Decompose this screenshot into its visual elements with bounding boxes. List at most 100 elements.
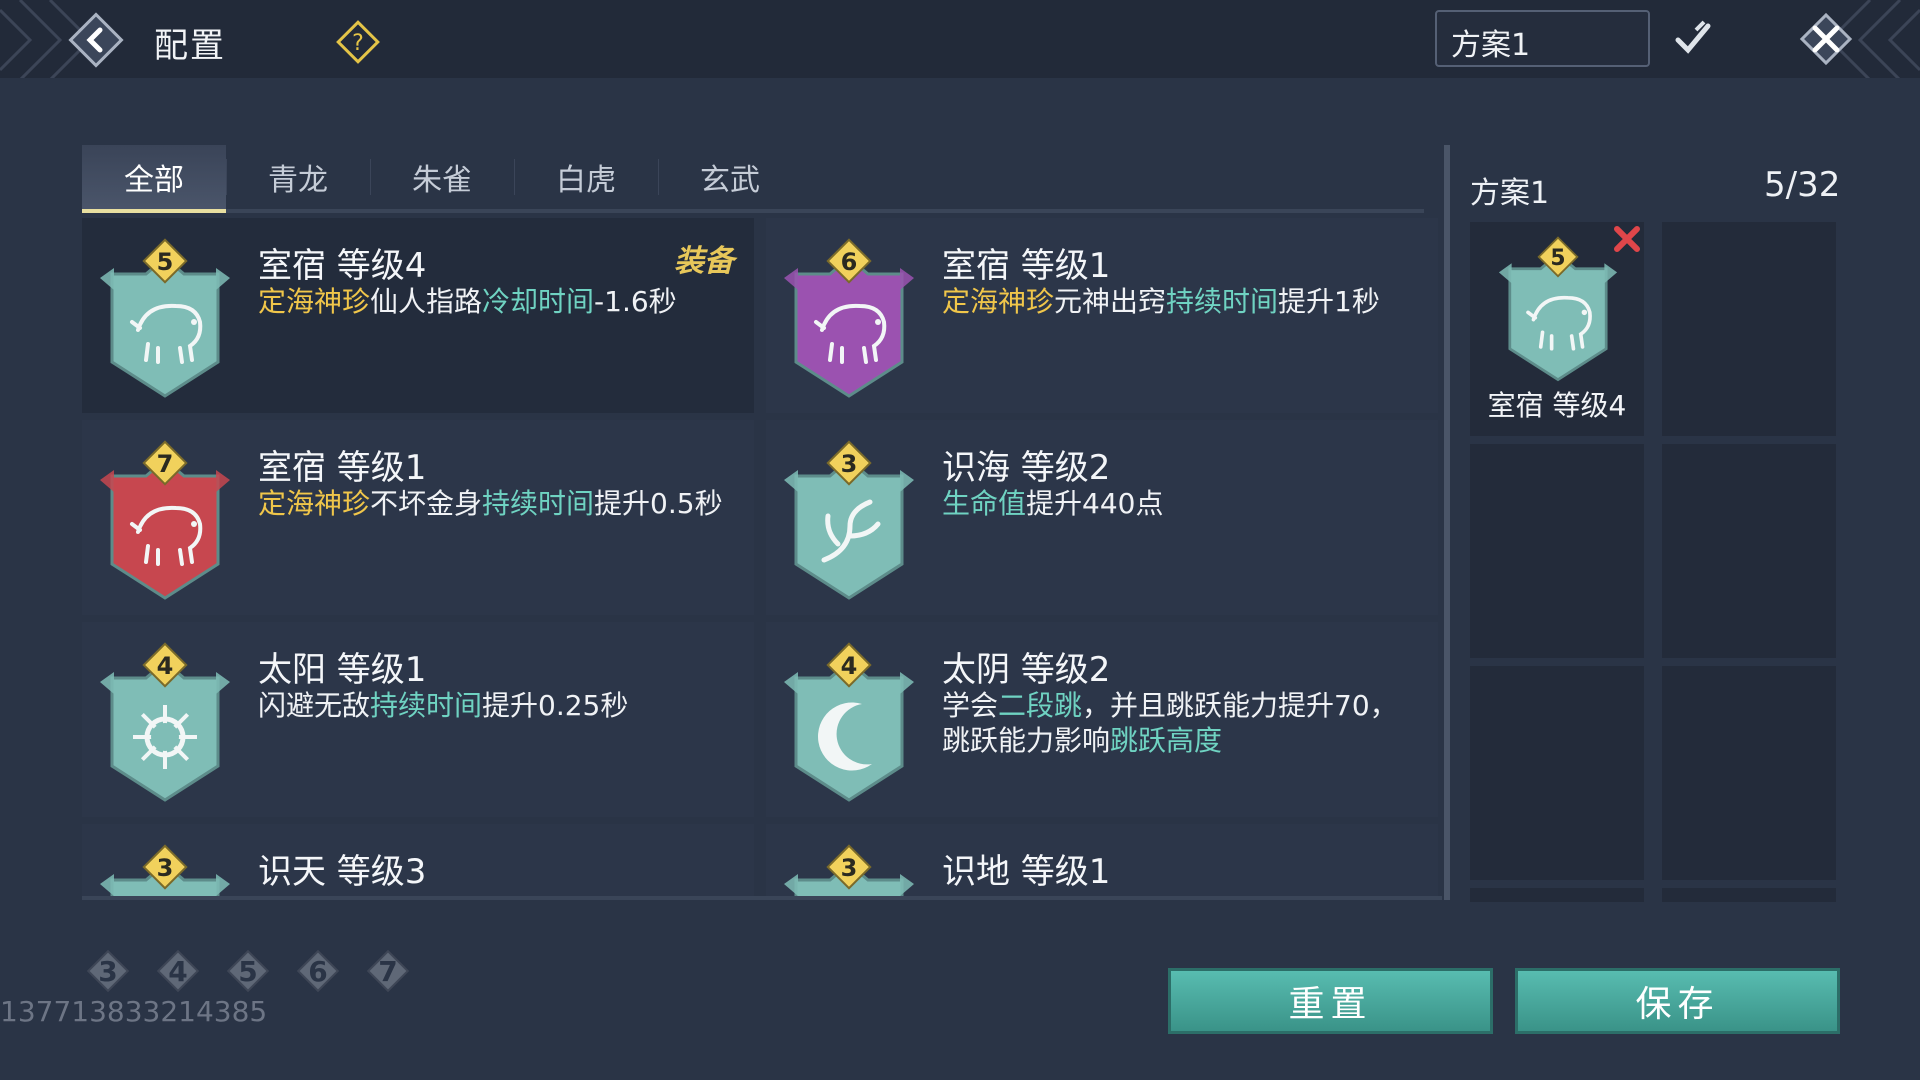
- svg-text:3: 3: [841, 854, 858, 882]
- top-bar: 配置 ? 方案1: [0, 0, 1920, 78]
- card-description: 学会二段跳，并且跳跃能力提升70，跳跃能力影响跳跃高度: [942, 688, 1422, 758]
- pig-icon: 6: [784, 238, 914, 398]
- close-icon: [1799, 12, 1853, 66]
- svg-text:5: 5: [157, 248, 174, 276]
- save-button[interactable]: 保存: [1515, 968, 1840, 1034]
- pig-icon: 7: [100, 440, 230, 600]
- description-segment: 闪避无敌: [258, 689, 371, 722]
- slot-label: 室宿 等级4: [1487, 389, 1627, 422]
- svg-text:5: 5: [1550, 246, 1565, 271]
- page-title: 配置: [154, 26, 226, 66]
- constellation-grid: 5 室宿 等级4 装备 定海神珍仙人指路冷却时间-1.6秒 6 室宿 等级1 定海神珍元神出…: [82, 218, 1442, 900]
- svg-text:?: ?: [352, 31, 364, 56]
- tab-qinglong[interactable]: 青龙: [226, 145, 370, 209]
- description-segment: 跳跃高度: [1110, 724, 1223, 757]
- svg-text:6: 6: [841, 248, 858, 276]
- description-segment: 仙人指路: [370, 285, 483, 318]
- back-arrow-icon: [68, 12, 124, 68]
- equipped-slot-1[interactable]: 5 室宿 等级4: [1470, 222, 1644, 436]
- filter-level: 3: [98, 954, 118, 988]
- sun-icon: 4: [100, 642, 230, 802]
- description-segment: 提升1秒: [1278, 285, 1380, 318]
- description-segment: 定海神珍: [942, 285, 1055, 318]
- level-filters: 3 4 5 6 7: [82, 945, 414, 997]
- filter-level: 6: [308, 954, 328, 988]
- plan-name: 方案1: [1470, 176, 1550, 211]
- card-description: 闪避无敌持续时间提升0.25秒: [258, 688, 738, 723]
- reset-button[interactable]: 重置: [1168, 968, 1493, 1034]
- constellation-card[interactable]: 4 太阳 等级1 闪避无敌持续时间提升0.25秒: [82, 622, 754, 817]
- grid-scrollbar[interactable]: [1444, 145, 1450, 900]
- level-filter-5[interactable]: 5: [222, 945, 274, 997]
- pig-icon: 5: [1498, 236, 1618, 382]
- card-title: 室宿 等级1: [258, 448, 427, 488]
- card-description: 定海神珍元神出窍持续时间提升1秒: [942, 284, 1422, 319]
- tab-xuanwu[interactable]: 玄武: [658, 145, 802, 209]
- card-title: 识天 等级3: [258, 852, 427, 892]
- card-description: 生命值提升440点: [942, 486, 1422, 521]
- constellation-card[interactable]: 5 室宿 等级4 装备定海神珍仙人指路冷却时间-1.6秒: [82, 218, 754, 413]
- moon-icon: 4: [784, 642, 914, 802]
- description-segment: 学会: [942, 689, 999, 722]
- empty-slot[interactable]: [1662, 888, 1836, 902]
- description-segment: 持续时间: [482, 487, 595, 520]
- card-description: 定海神珍仙人指路冷却时间-1.6秒: [258, 284, 738, 319]
- empty-slot[interactable]: [1662, 444, 1836, 658]
- empty-slot[interactable]: [1470, 666, 1644, 880]
- constellation-card[interactable]: 7 室宿 等级1 定海神珍不坏金身持续时间提升0.5秒: [82, 420, 754, 615]
- description-segment: 生命值: [942, 487, 1027, 520]
- card-title: 识海 等级2: [942, 448, 1111, 488]
- svg-text:4: 4: [157, 652, 174, 680]
- svg-text:3: 3: [841, 450, 858, 478]
- empty-slot[interactable]: [1470, 444, 1644, 658]
- description-segment: 不坏金身: [370, 487, 483, 520]
- description-segment: 提升440点: [1026, 487, 1164, 520]
- help-icon[interactable]: ?: [334, 18, 382, 66]
- constellation-card[interactable]: 6 室宿 等级1 定海神珍元神出窍持续时间提升1秒: [766, 218, 1438, 413]
- earth-icon: 3: [784, 844, 914, 896]
- svg-text:7: 7: [157, 450, 174, 478]
- equipped-tag: 装备: [674, 244, 734, 279]
- level-filter-3[interactable]: 3: [82, 945, 134, 997]
- empty-slot[interactable]: [1662, 222, 1836, 436]
- svg-text:3: 3: [157, 854, 174, 882]
- tab-zhuque[interactable]: 朱雀: [370, 145, 514, 209]
- filter-level: 4: [168, 954, 188, 988]
- constellation-card[interactable]: 3 识天 等级3: [82, 824, 754, 896]
- card-title: 太阴 等级2: [942, 650, 1111, 690]
- card-title: 太阳 等级1: [258, 650, 427, 690]
- description-segment: 持续时间: [1166, 285, 1279, 318]
- sky-icon: 3: [100, 844, 230, 896]
- description-segment: -1.6秒: [594, 285, 677, 318]
- category-tabs: 全部 青龙 朱雀 白虎 玄武: [82, 145, 1424, 213]
- description-segment: 持续时间: [370, 689, 483, 722]
- tab-baihu[interactable]: 白虎: [514, 145, 658, 209]
- constellation-card[interactable]: 3 识海 等级2 生命值提升440点: [766, 420, 1438, 615]
- constellation-card[interactable]: 3 识地 等级1: [766, 824, 1438, 896]
- remove-x-icon[interactable]: [1610, 222, 1644, 256]
- empty-slot[interactable]: [1470, 888, 1644, 902]
- player-uid: 137713833214385: [0, 995, 268, 1028]
- description-segment: 定海神珍: [258, 285, 371, 318]
- card-title: 室宿 等级4: [258, 246, 427, 286]
- description-segment: 冷却时间: [482, 285, 595, 318]
- description-segment: 定海神珍: [258, 487, 371, 520]
- close-button[interactable]: [1790, 8, 1862, 70]
- description-segment: 提升0.5秒: [594, 487, 723, 520]
- level-filter-7[interactable]: 7: [362, 945, 414, 997]
- back-button[interactable]: [66, 10, 126, 70]
- empty-slot[interactable]: [1662, 666, 1836, 880]
- filter-level: 5: [238, 954, 258, 988]
- tab-all[interactable]: 全部: [82, 145, 226, 213]
- description-segment: 元神出窍: [1054, 285, 1167, 318]
- description-segment: 二段跳: [998, 689, 1083, 722]
- card-title: 室宿 等级1: [942, 246, 1111, 286]
- card-description: 定海神珍不坏金身持续时间提升0.5秒: [258, 486, 738, 521]
- level-filter-4[interactable]: 4: [152, 945, 204, 997]
- plan-slot-count: 5/32: [1764, 165, 1841, 205]
- edit-pencil-icon[interactable]: [1670, 16, 1716, 62]
- level-filter-6[interactable]: 6: [292, 945, 344, 997]
- constellation-card[interactable]: 4 太阴 等级2 学会二段跳，并且跳跃能力提升70，跳跃能力影响跳跃高度: [766, 622, 1438, 817]
- scheme-dropdown[interactable]: 方案1: [1435, 10, 1650, 67]
- description-segment: 提升0.25秒: [482, 689, 629, 722]
